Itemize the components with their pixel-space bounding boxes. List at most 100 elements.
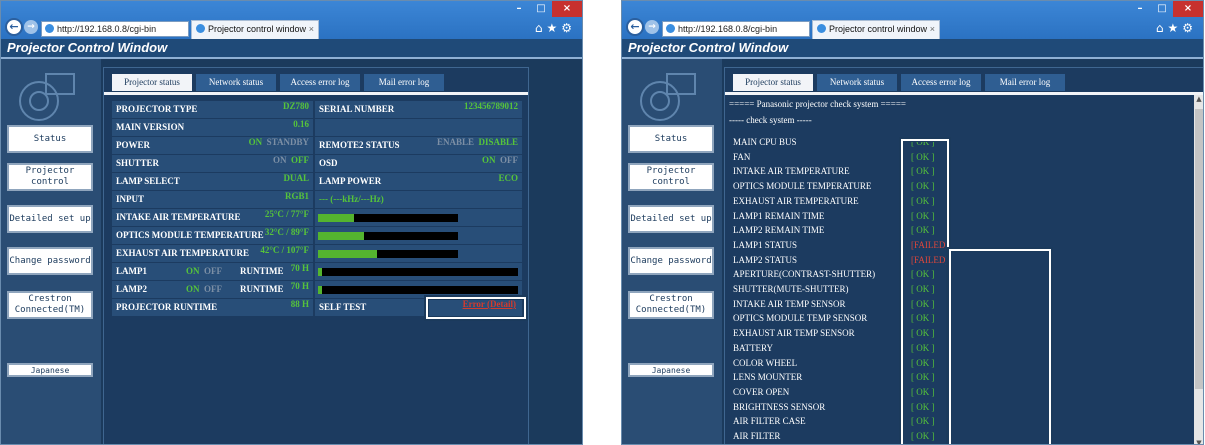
status-row: SHUTTER ON OFF OSD ON OFF [112, 155, 524, 172]
lamp2-cell: LAMP2 ON OFF RUNTIME 70 H [112, 281, 314, 298]
sidebar: Status Projector control Detailed set up… [622, 59, 722, 444]
browser-window-check-system: – □ × ← → http://192.168.0.8/cgi-bin Pro… [621, 0, 1204, 445]
projector-logo-icon [640, 73, 704, 121]
check-item-name: LAMP1 STATUS [733, 239, 798, 250]
minimize-button[interactable]: – [1129, 1, 1151, 17]
back-button[interactable]: ← [626, 18, 644, 36]
input-cell: INPUT RGB1 [112, 191, 314, 208]
tab-network-status[interactable]: Network status [817, 74, 897, 91]
close-button[interactable]: × [1173, 1, 1203, 17]
lamp1-cell: LAMP1 ON OFF RUNTIME 70 H [112, 263, 314, 280]
tab-bar: Projector status Network status Access e… [112, 74, 444, 91]
check-header: ===== Panasonic projector check system =… [729, 99, 906, 109]
sidebar-crestron-button[interactable]: Crestron Connected(TM) [7, 291, 93, 319]
check-item-name: BATTERY [733, 342, 774, 353]
sidebar-change-password-button[interactable]: Change password [628, 247, 714, 275]
ie-icon [45, 24, 54, 33]
power-cell: POWER ON STANDBY [112, 137, 314, 154]
intake-temp-bar [318, 214, 459, 222]
tab-projector-status[interactable]: Projector status [733, 74, 813, 91]
browser-tab[interactable]: Projector control window × [191, 20, 319, 39]
ie-icon [817, 24, 826, 33]
browser-tab[interactable]: Projector control window × [812, 20, 940, 39]
check-item-name: FAN [733, 151, 751, 162]
url-text: http://192.168.0.8/cgi-bin [57, 24, 157, 34]
ie-icon [666, 24, 675, 33]
lamp1-runtime-bar [318, 268, 519, 276]
projector-type-cell: PROJECTOR TYPE DZ780 [112, 101, 314, 118]
window-controls: – □ × [1129, 1, 1203, 17]
close-button[interactable]: × [552, 1, 582, 17]
minimize-button[interactable]: – [508, 1, 530, 17]
check-item-name: COVER OPEN [733, 386, 790, 397]
tab-mail-error-log[interactable]: Mail error log [985, 74, 1065, 91]
check-item-name: EXHAUST AIR TEMP SENSOR [733, 328, 855, 339]
status-row: EXHAUST AIR TEMPERATURE 42°C / 107°F [112, 245, 524, 262]
toolbar-icons[interactable]: ⌂★⚙ [535, 21, 576, 35]
sidebar-detailed-setup-button[interactable]: Detailed set up [7, 205, 93, 233]
tab-mail-error-log[interactable]: Mail error log [364, 74, 444, 91]
tab-access-error-log[interactable]: Access error log [280, 74, 360, 91]
status-row: MAIN VERSION 0.16 [112, 119, 524, 136]
osd-cell: OSD ON OFF [315, 155, 522, 172]
tab-projector-status[interactable]: Projector status [112, 74, 192, 91]
check-item-name: MAIN CPU BUS [733, 137, 797, 147]
status-row: INTAKE AIR TEMPERATURE 25°C / 77°F [112, 209, 524, 226]
check-item-name: COLOR WHEEL [733, 357, 798, 368]
page-title: Projector Control Window [1, 39, 582, 57]
sidebar-projector-control-button[interactable]: Projector control [628, 163, 714, 191]
tab-access-error-log[interactable]: Access error log [901, 74, 981, 91]
lamp2-runtime-bar [318, 286, 519, 294]
forward-button[interactable]: → [645, 20, 659, 34]
address-bar[interactable]: http://192.168.0.8/cgi-bin [41, 21, 189, 37]
status-row: OPTICS MODULE TEMPERATURE 32°C / 89°F [112, 227, 524, 244]
sidebar-status-button[interactable]: Status [7, 125, 93, 153]
sidebar-japanese-button[interactable]: Japanese [628, 363, 714, 377]
scroll-thumb[interactable] [1195, 109, 1203, 389]
url-text: http://192.168.0.8/cgi-bin [678, 24, 778, 34]
tab-close-icon[interactable]: × [930, 21, 935, 38]
tab-close-icon[interactable]: × [309, 21, 314, 38]
sidebar-status-button[interactable]: Status [628, 125, 714, 153]
scrollbar[interactable]: ▲ ▼ [1194, 95, 1203, 444]
status-row: INPUT RGB1 --- (---kHz/---Hz) [112, 191, 524, 208]
maximize-button[interactable]: □ [530, 1, 552, 17]
check-system-content: ===== Panasonic projector check system =… [725, 95, 1194, 444]
scroll-down-icon[interactable]: ▼ [1194, 439, 1203, 444]
sidebar-change-password-button[interactable]: Change password [7, 247, 93, 275]
status-row: PROJECTOR TYPE DZ780 SERIAL NUMBER 1234567… [112, 101, 524, 118]
check-item-name: EXHAUST AIR TEMPERATURE [733, 195, 859, 206]
toolbar-icons[interactable]: ⌂★⚙ [1156, 21, 1197, 35]
optics-temp-bar [318, 232, 459, 240]
check-item-name: LAMP2 REMAIN TIME [733, 225, 825, 236]
status-panel: Projector status Network status Access e… [103, 67, 529, 444]
check-item-name: OPTICS MODULE TEMPERATURE [733, 181, 872, 192]
status-row: POWER ON STANDBY REMOTE2 STATUS ENABLE DIS… [112, 137, 524, 154]
forward-button[interactable]: → [24, 20, 38, 34]
lamp2-runtime-bar-cell [315, 281, 522, 298]
tab-underline [104, 92, 528, 95]
check-item-name: LENS MOUNTER [733, 372, 803, 383]
scroll-up-icon[interactable]: ▲ [1194, 95, 1203, 103]
sidebar-projector-control-button[interactable]: Projector control [7, 163, 93, 191]
check-item-name: AIR FILTER [733, 431, 781, 441]
check-item-name: INTAKE AIR TEMP SENSOR [733, 298, 846, 309]
page-title: Projector Control Window [622, 39, 1203, 57]
projector-logo-icon [19, 73, 83, 121]
tab-title: Projector control window [829, 24, 928, 34]
back-button[interactable]: ← [5, 18, 23, 36]
sidebar-japanese-button[interactable]: Japanese [7, 363, 93, 377]
sidebar-crestron-button[interactable]: Crestron Connected(TM) [628, 291, 714, 319]
remote2-cell: REMOTE2 STATUS ENABLE DISABLE [315, 137, 522, 154]
optics-temp-bar-cell [315, 227, 522, 244]
status-highlight [901, 139, 949, 444]
address-bar[interactable]: http://192.168.0.8/cgi-bin [662, 21, 810, 37]
input-frequency-cell: --- (---kHz/---Hz) [315, 191, 522, 208]
status-row: LAMP SELECT DUAL LAMP POWER ECO [112, 173, 524, 190]
maximize-button[interactable]: □ [1151, 1, 1173, 17]
browser-titlebar: – □ × ← → http://192.168.0.8/cgi-bin Pro… [622, 1, 1203, 39]
sidebar-detailed-setup-button[interactable]: Detailed set up [628, 205, 714, 233]
serial-number-cell: SERIAL NUMBER 123456789012 [315, 101, 522, 118]
tab-network-status[interactable]: Network status [196, 74, 276, 91]
check-item-name: SHUTTER(MUTE-SHUTTER) [733, 284, 849, 294]
